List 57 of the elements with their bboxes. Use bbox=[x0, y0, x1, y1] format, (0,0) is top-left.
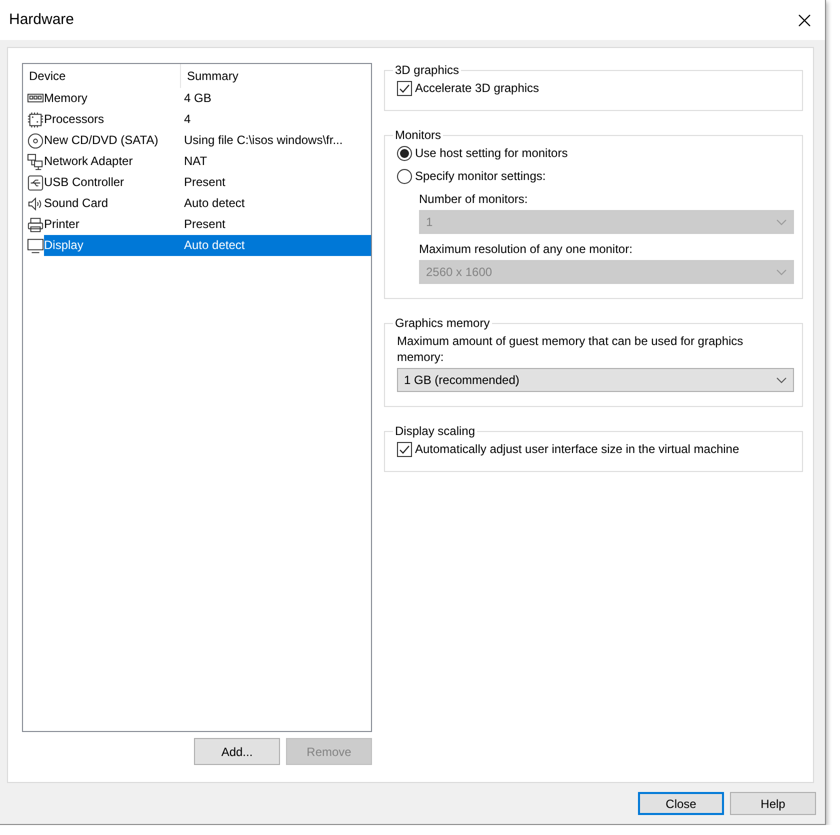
device-row[interactable]: Network Adapter NAT bbox=[44, 151, 371, 172]
table-cell-text: 4 GB bbox=[184, 90, 212, 107]
checkbox[interactable] bbox=[397, 81, 412, 96]
chip-icon bbox=[27, 110, 44, 128]
chevron-icon bbox=[776, 218, 787, 226]
table-cell-text: 4 bbox=[184, 111, 191, 128]
column-header[interactable]: Device bbox=[23, 64, 181, 88]
table-cell-text: Using file C:\isos windows\fr... bbox=[184, 132, 343, 149]
table-cell-text: Printer bbox=[44, 216, 80, 233]
usb-icon bbox=[27, 174, 44, 192]
device-row[interactable]: USB Controller Present bbox=[44, 172, 371, 193]
group-title: Display scaling bbox=[394, 424, 476, 438]
checkbox-label[interactable]: Accelerate 3D graphics bbox=[415, 77, 540, 100]
radio-label[interactable]: Use host setting for monitors bbox=[415, 142, 568, 165]
chevron-icon bbox=[776, 268, 787, 276]
table-cell-text: New CD/DVD (SATA) bbox=[44, 132, 160, 149]
close-button[interactable]: Close bbox=[638, 792, 724, 815]
device-row[interactable]: Memory 4 GB bbox=[44, 88, 371, 109]
help-button[interactable]: Help bbox=[730, 792, 816, 815]
disc-icon bbox=[27, 132, 44, 150]
device-row[interactable]: New CD/DVD (SATA) Using file C:\isos windows\fr... bbox=[44, 130, 371, 151]
table-cell-text: Present bbox=[184, 174, 226, 191]
field-label: Number of monitors: bbox=[419, 191, 528, 208]
device-row[interactable]: Printer Present bbox=[44, 214, 371, 235]
radio-button[interactable] bbox=[397, 146, 412, 161]
radio-button[interactable] bbox=[397, 169, 412, 184]
printer-icon bbox=[27, 216, 44, 234]
radio-label[interactable]: Specify monitor settings: bbox=[415, 165, 546, 188]
table-cell-text: Processors bbox=[44, 111, 106, 128]
speaker-icon bbox=[27, 194, 44, 212]
monitor-icon bbox=[27, 236, 44, 254]
table-cell-text: Display bbox=[44, 237, 84, 254]
group-title: 3D graphics bbox=[394, 63, 460, 77]
table-cell-text: Auto detect bbox=[184, 195, 245, 212]
network-icon bbox=[27, 152, 44, 170]
combo-box[interactable]: 1 GB (recommended) bbox=[397, 368, 794, 392]
chevron-icon bbox=[776, 376, 787, 384]
field-label: Maximum amount of guest memory that can be used for graphics memory: bbox=[397, 333, 744, 366]
table-cell-text: NAT bbox=[184, 153, 208, 170]
close-icon[interactable] bbox=[798, 14, 811, 26]
table-cell-text: Auto detect bbox=[184, 237, 245, 254]
device-row[interactable]: Display Auto detect bbox=[44, 235, 371, 256]
checkbox[interactable] bbox=[397, 442, 412, 457]
device-row[interactable]: Sound Card Auto detect bbox=[44, 193, 371, 214]
window-title: Hardware bbox=[9, 10, 74, 30]
column-header[interactable]: Summary bbox=[181, 64, 238, 88]
group-title: Graphics memory bbox=[394, 316, 491, 330]
add-button[interactable]: Add... bbox=[194, 738, 280, 765]
group-title: Monitors bbox=[394, 128, 442, 142]
table-cell-text: Sound Card bbox=[44, 195, 110, 212]
table-cell-text: Present bbox=[184, 216, 226, 233]
table-cell-text: Network Adapter bbox=[44, 153, 134, 170]
table-cell-text: Memory bbox=[44, 90, 88, 107]
table-cell-text: USB Controller bbox=[44, 174, 126, 191]
device-row[interactable]: Processors 4 bbox=[44, 109, 371, 130]
checkbox-label[interactable]: Automatically adjust user interface size in the virtual machine bbox=[415, 438, 740, 461]
field-label: Maximum resolution of any one monitor: bbox=[419, 241, 632, 258]
